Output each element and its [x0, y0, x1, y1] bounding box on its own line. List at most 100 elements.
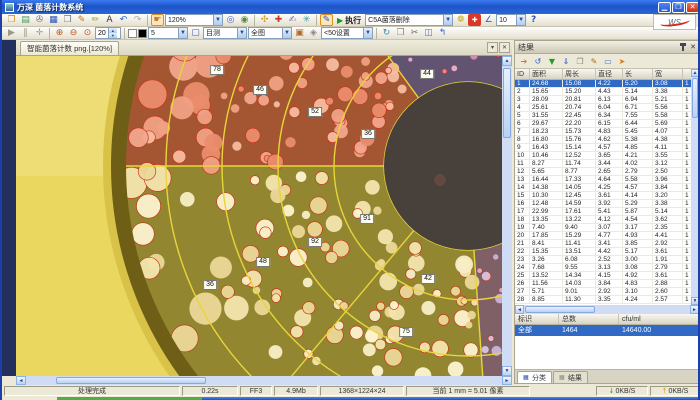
- scroll-thumb[interactable]: [692, 78, 698, 118]
- acquire-icon[interactable]: ✇: [33, 14, 46, 26]
- table-row[interactable]: 1010.4612.523.654.213.551: [515, 152, 699, 160]
- scheme-combo[interactable]: C5A菌落删除▼: [365, 14, 453, 26]
- colony-count-label[interactable]: 42: [421, 274, 435, 284]
- table-horizontal-scrollbar[interactable]: ◄ ►: [515, 305, 699, 314]
- print-icon[interactable]: ❒: [61, 14, 74, 26]
- zoom-level-combo[interactable]: 120%▼: [165, 14, 223, 26]
- table-row[interactable]: 124.6815.084.225.203.081: [515, 80, 699, 88]
- capture-icon[interactable]: ◉: [238, 14, 251, 26]
- spinner-down-icon[interactable]: ▼: [109, 33, 117, 38]
- undo-edit-icon[interactable]: ↺: [532, 55, 544, 67]
- colony-count-label[interactable]: 91: [360, 214, 374, 224]
- save-report-icon[interactable]: ⇓: [560, 55, 572, 67]
- colony-count-label[interactable]: 78: [210, 65, 224, 75]
- table-row[interactable]: 1612.4814.593.925.293.381: [515, 200, 699, 208]
- scroll-thumb[interactable]: [503, 68, 511, 138]
- maximize-button[interactable]: ❐: [672, 2, 685, 13]
- open-image-icon[interactable]: ▤: [19, 14, 32, 26]
- zoom-out-icon[interactable]: ⊖: [67, 27, 80, 39]
- tab-results[interactable]: ▦ 结果: [553, 371, 588, 383]
- scroll-right-icon[interactable]: ►: [690, 305, 699, 314]
- colony-count-label[interactable]: 48: [256, 257, 270, 267]
- play-icon[interactable]: ▶: [5, 27, 18, 39]
- scroll-thumb[interactable]: [525, 306, 595, 313]
- edit-icon[interactable]: ✎: [75, 14, 88, 26]
- count-mode-combo[interactable]: 目测▼: [203, 27, 247, 39]
- chevron-down-icon[interactable]: ▼: [363, 28, 372, 38]
- enhance-icon[interactable]: ✣: [258, 14, 271, 26]
- image-icon[interactable]: ▣: [293, 27, 306, 39]
- colony-count-label[interactable]: 92: [308, 237, 322, 247]
- scroll-down-icon[interactable]: ▼: [502, 366, 512, 376]
- monitor-icon[interactable]: ▢: [189, 27, 202, 39]
- scroll-up-icon[interactable]: ▲: [691, 69, 699, 77]
- stats-row[interactable]: 全部 1464 14640.00: [515, 325, 699, 336]
- chevron-down-icon[interactable]: ▼: [516, 15, 525, 25]
- cut-icon[interactable]: ✂: [408, 27, 421, 39]
- table-vertical-scrollbar[interactable]: ▲ ▼: [691, 69, 699, 305]
- canvas-horizontal-scrollbar[interactable]: ◄ ►: [16, 376, 512, 385]
- foreground-color-swatch[interactable]: [128, 29, 137, 38]
- colony-count-label[interactable]: 44: [420, 69, 434, 79]
- hand-tool-icon[interactable]: ☛: [151, 14, 164, 26]
- scroll-up-icon[interactable]: ▲: [502, 56, 512, 66]
- palette-icon[interactable]: ❁: [454, 14, 467, 26]
- limit-combo[interactable]: <50设置▼: [321, 27, 373, 39]
- draw-icon[interactable]: ✏: [89, 14, 102, 26]
- table-row[interactable]: 118.2711.743.444.023.121: [515, 160, 699, 168]
- scroll-left-icon[interactable]: ◄: [16, 376, 26, 385]
- rect-select-icon[interactable]: ▭: [602, 55, 614, 67]
- table-row[interactable]: 1316.4417.334.645.583.961: [515, 176, 699, 184]
- copy-icon[interactable]: ❐: [574, 55, 586, 67]
- redo-icon[interactable]: ↷: [131, 14, 144, 26]
- diamond-icon[interactable]: ◈: [307, 27, 320, 39]
- region-combo[interactable]: 全图▼: [248, 27, 292, 39]
- pause-icon[interactable]: ‖: [19, 27, 32, 39]
- scroll-down-icon[interactable]: ▼: [691, 297, 699, 305]
- next-icon[interactable]: ➤: [616, 55, 628, 67]
- zoom-fit-icon[interactable]: ⊙: [81, 27, 94, 39]
- chevron-down-icon[interactable]: ▼: [443, 15, 452, 25]
- run-button[interactable]: ▶ 执行: [334, 14, 364, 26]
- table-row[interactable]: 916.4315.144.574.854.111: [515, 144, 699, 152]
- table-row[interactable]: 2215.3513.514.425.173.611: [515, 248, 699, 256]
- panel-close-icon[interactable]: ✕: [690, 43, 696, 51]
- scroll-thumb[interactable]: [56, 377, 206, 384]
- table-row[interactable]: 2513.5214.344.154.923.611: [515, 272, 699, 280]
- zoom-region-icon[interactable]: ◎: [224, 14, 237, 26]
- tab-list-icon[interactable]: ▾: [487, 42, 498, 53]
- table-row[interactable]: 288.8511.303.354.242.571: [515, 296, 699, 304]
- label-icon[interactable]: ✎: [588, 55, 600, 67]
- chevron-down-icon[interactable]: ▼: [237, 28, 246, 38]
- table-row[interactable]: 629.6722.206.156.445.691: [515, 120, 699, 128]
- table-row[interactable]: 531.5522.456.347.555.581: [515, 112, 699, 120]
- table-row[interactable]: 197.409.403.073.172.351: [515, 224, 699, 232]
- font-icon[interactable]: A: [103, 14, 116, 26]
- export-result-icon[interactable]: ➔: [518, 55, 530, 67]
- tab-classification[interactable]: ▦ 分类: [517, 371, 552, 383]
- table-row[interactable]: 718.2315.734.835.454.071: [515, 128, 699, 136]
- mark-icon[interactable]: ✚: [272, 14, 285, 26]
- scroll-right-icon[interactable]: ►: [502, 376, 512, 385]
- tab-close-icon[interactable]: ✕: [499, 42, 510, 53]
- pin-icon[interactable]: [679, 43, 686, 51]
- table-row[interactable]: 218.4111.413.413.852.921: [515, 240, 699, 248]
- table-row[interactable]: 2611.5614.033.844.832.881: [515, 280, 699, 288]
- table-row[interactable]: 2017.8515.294.774.934.411: [515, 232, 699, 240]
- chevron-down-icon[interactable]: ▼: [178, 28, 187, 38]
- angle-icon[interactable]: ∠: [482, 14, 495, 26]
- colony-count-label[interactable]: 75: [399, 327, 413, 337]
- size-combo[interactable]: 10▼: [496, 14, 526, 26]
- new-page-icon[interactable]: ❒: [394, 27, 407, 39]
- settings-icon[interactable]: ✳: [300, 14, 313, 26]
- zoom-in-icon[interactable]: ⊕: [53, 27, 66, 39]
- undo-icon[interactable]: ↶: [117, 14, 130, 26]
- title-bar[interactable]: 万深 菌落计数系统 ▁ ❐ ✕: [2, 0, 700, 14]
- pen-width-combo[interactable]: 5▼: [148, 27, 188, 39]
- table-row[interactable]: 1813.3513.224.124.543.621: [515, 216, 699, 224]
- document-tab[interactable]: 智能菌落计数 png.[120%]: [20, 41, 119, 55]
- table-row[interactable]: 275.719.012.923.102.601: [515, 288, 699, 296]
- colony-count-label[interactable]: 36: [203, 280, 217, 290]
- canvas-vertical-scrollbar[interactable]: ▲ ▼: [502, 56, 512, 376]
- table-row[interactable]: 425.6120.746.046.715.561: [515, 104, 699, 112]
